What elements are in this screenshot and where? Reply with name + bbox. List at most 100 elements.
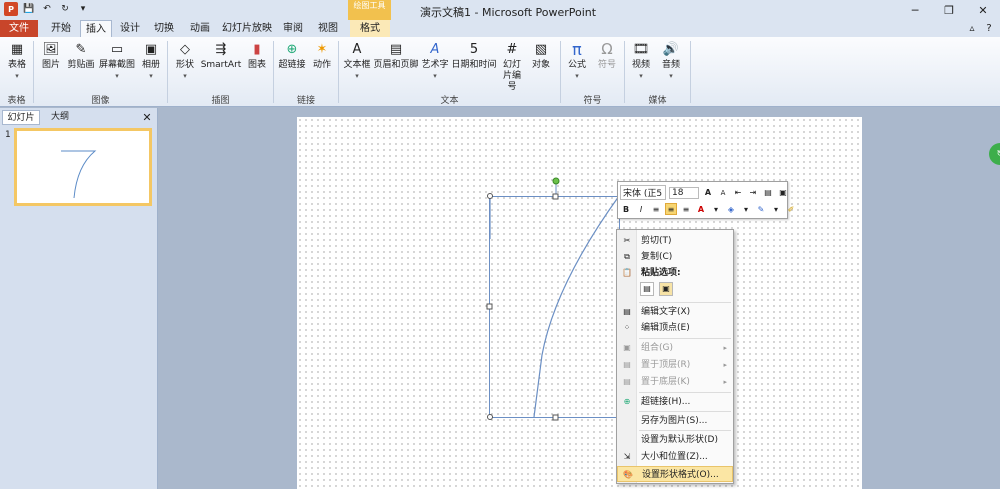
dropdown-icon[interactable]: ▾ <box>740 203 752 215</box>
shapes-button[interactable]: ◇ 形状 ▾ <box>172 39 198 82</box>
shrink-font-button[interactable]: A <box>717 187 729 199</box>
paste-as-picture-icon[interactable]: ▣ <box>659 282 673 296</box>
tab-format[interactable]: 格式 <box>350 20 390 37</box>
freeform-shape[interactable] <box>480 175 630 425</box>
screenshot-button[interactable]: ▭ 屏幕截图 ▾ <box>96 39 138 82</box>
photo-album-icon: ▣ <box>144 41 158 57</box>
font-size-select[interactable]: 18 <box>669 186 699 199</box>
menu-item-save-as-picture[interactable]: 另存为图片(S)... <box>617 413 733 429</box>
action-button[interactable]: ✶ 动作 <box>309 39 335 71</box>
header-footer-label: 页眉和页脚 <box>373 60 419 70</box>
menu-item-cut[interactable]: ✂ 剪切(T) <box>617 233 733 249</box>
minimize-button[interactable]: ─ <box>898 0 932 20</box>
menu-item-label: 粘贴选项: <box>641 268 681 278</box>
menu-item-size-position[interactable]: ⇲ 大小和位置(Z)... <box>617 449 733 465</box>
bring-front-icon: ▤ <box>623 360 631 369</box>
hyperlink-button[interactable]: ⊕ 超链接 <box>276 39 308 71</box>
save-icon[interactable]: 💾 <box>22 2 36 16</box>
help-icon[interactable]: ? <box>982 20 996 37</box>
menu-item-copy[interactable]: ⧉ 复制(C) <box>617 249 733 265</box>
menu-item-edit-text[interactable]: ▤ 编辑文字(X) <box>617 304 733 320</box>
picture-button[interactable]: 🖼 图片 <box>38 39 64 71</box>
tab-slideshow[interactable]: 幻灯片放映 <box>222 20 272 37</box>
line-color-icon[interactable]: ✎ <box>755 203 767 215</box>
font-name-select[interactable]: 宋体 (正5 - <box>620 185 666 200</box>
menu-item-label: 编辑文字(X) <box>641 307 691 317</box>
tab-animations[interactable]: 动画 <box>184 20 216 37</box>
photo-album-button[interactable]: ▣ 相册 ▾ <box>138 39 164 82</box>
tab-insert[interactable]: 插入 <box>80 20 112 37</box>
tab-review[interactable]: 审阅 <box>279 20 307 37</box>
menu-item-label: 编辑顶点(E) <box>641 323 690 333</box>
menu-item-hyperlink[interactable]: ⊕ 超链接(H)... <box>617 394 733 410</box>
edit-text-icon: ▤ <box>623 307 631 316</box>
clipboard-icon: 📋 <box>622 268 632 277</box>
object-icon: ▧ <box>534 41 548 57</box>
menu-separator <box>639 302 731 303</box>
equation-button[interactable]: π 公式 ▾ <box>564 39 590 82</box>
align-left-icon[interactable]: ≡ <box>650 203 662 215</box>
grow-font-button[interactable]: A <box>702 187 714 199</box>
redo-icon[interactable]: ↻ <box>58 2 72 16</box>
header-footer-icon: ▤ <box>389 41 403 57</box>
symbol-button[interactable]: Ω 符号 <box>594 39 620 71</box>
wordart-button[interactable]: A 艺术字 ▾ <box>420 39 450 82</box>
tab-slides[interactable]: 幻灯片 <box>2 110 40 125</box>
header-footer-button[interactable]: ▤ 页眉和页脚 <box>372 39 420 71</box>
align-right-icon[interactable]: ≡ <box>680 203 692 215</box>
undo-icon[interactable]: ↶ <box>40 2 54 16</box>
chart-button[interactable]: ▮ 图表 <box>244 39 270 71</box>
close-button[interactable]: ✕ <box>966 0 1000 20</box>
video-button[interactable]: 🎞 视频 ▾ <box>628 39 654 82</box>
textbox-button[interactable]: A 文本框 ▾ <box>342 39 372 82</box>
tab-file[interactable]: 文件 <box>0 20 38 37</box>
format-painter-icon[interactable]: ✐ <box>785 203 797 215</box>
decrease-indent-icon[interactable]: ⇤ <box>732 187 744 199</box>
tab-design[interactable]: 设计 <box>116 20 144 37</box>
table-button[interactable]: ▦ 表格 ▾ <box>4 39 30 82</box>
group-label-media: 媒体 <box>648 96 667 106</box>
context-tab-group-label: 绘图工具 <box>348 0 391 20</box>
font-color-icon[interactable]: A <box>695 203 707 215</box>
align-center-icon[interactable]: ≡ <box>665 203 677 215</box>
italic-button[interactable]: I <box>635 203 647 215</box>
fill-color-icon[interactable]: ◈ <box>725 203 737 215</box>
scissors-icon: ✂ <box>623 236 631 245</box>
tab-transitions[interactable]: 切换 <box>150 20 178 37</box>
paste-keep-format-icon[interactable]: ▤ <box>640 282 654 296</box>
clipart-label: 剪贴画 <box>67 60 95 70</box>
tab-view[interactable]: 视图 <box>313 20 343 37</box>
close-pane-icon[interactable]: ✕ <box>140 110 154 125</box>
more-icon[interactable]: ▣ <box>777 187 789 199</box>
bold-button[interactable]: B <box>620 203 632 215</box>
tab-home[interactable]: 开始 <box>46 20 76 37</box>
table-label: 表格 <box>7 60 26 70</box>
slide-thumbnail-shape <box>61 150 97 199</box>
menu-item-edit-points[interactable]: ⁘ 编辑顶点(E) <box>617 320 733 336</box>
menu-item-set-default-shape[interactable]: 设置为默认形状(D) <box>617 432 733 448</box>
increase-indent-icon[interactable]: ⇥ <box>747 187 759 199</box>
clipart-button[interactable]: ✎ 剪贴画 <box>66 39 96 71</box>
tab-outline[interactable]: 大纲 <box>44 110 76 125</box>
dropdown-icon[interactable]: ▾ <box>710 203 722 215</box>
menu-item-format-shape[interactable]: 🎨 设置形状格式(O)... <box>617 466 733 482</box>
date-time-button[interactable]: 5 日期和时间 <box>450 39 498 71</box>
dropdown-icon[interactable]: ▾ <box>770 203 782 215</box>
copy-format-icon[interactable]: ▤ <box>762 187 774 199</box>
calendar-icon: 5 <box>469 41 479 57</box>
slide-thumbnail[interactable] <box>14 128 152 206</box>
ribbon-minimize-icon[interactable]: ▵ <box>965 20 979 37</box>
screenshot-icon: ▭ <box>110 41 124 57</box>
submenu-arrow-icon: ▸ <box>723 344 727 352</box>
window-title: 演示文稿1 - Microsoft PowerPoint <box>420 6 597 19</box>
smartart-button[interactable]: ⇶ SmartArt <box>200 39 242 71</box>
restore-button[interactable]: ❐ <box>932 0 966 20</box>
audio-button[interactable]: 🔊 音频 ▾ <box>658 39 684 82</box>
pi-icon: π <box>572 39 582 59</box>
quick-access-toolbar: P 💾 ↶ ↻ ▾ <box>4 2 90 16</box>
menu-item-label: 剪切(T) <box>641 236 672 246</box>
object-button[interactable]: ▧ 对象 <box>528 39 554 71</box>
slide-number-button[interactable]: # 幻灯片编号 <box>498 39 526 93</box>
group-label-tables: 表格 <box>7 96 26 106</box>
customize-qat-icon[interactable]: ▾ <box>76 2 90 16</box>
